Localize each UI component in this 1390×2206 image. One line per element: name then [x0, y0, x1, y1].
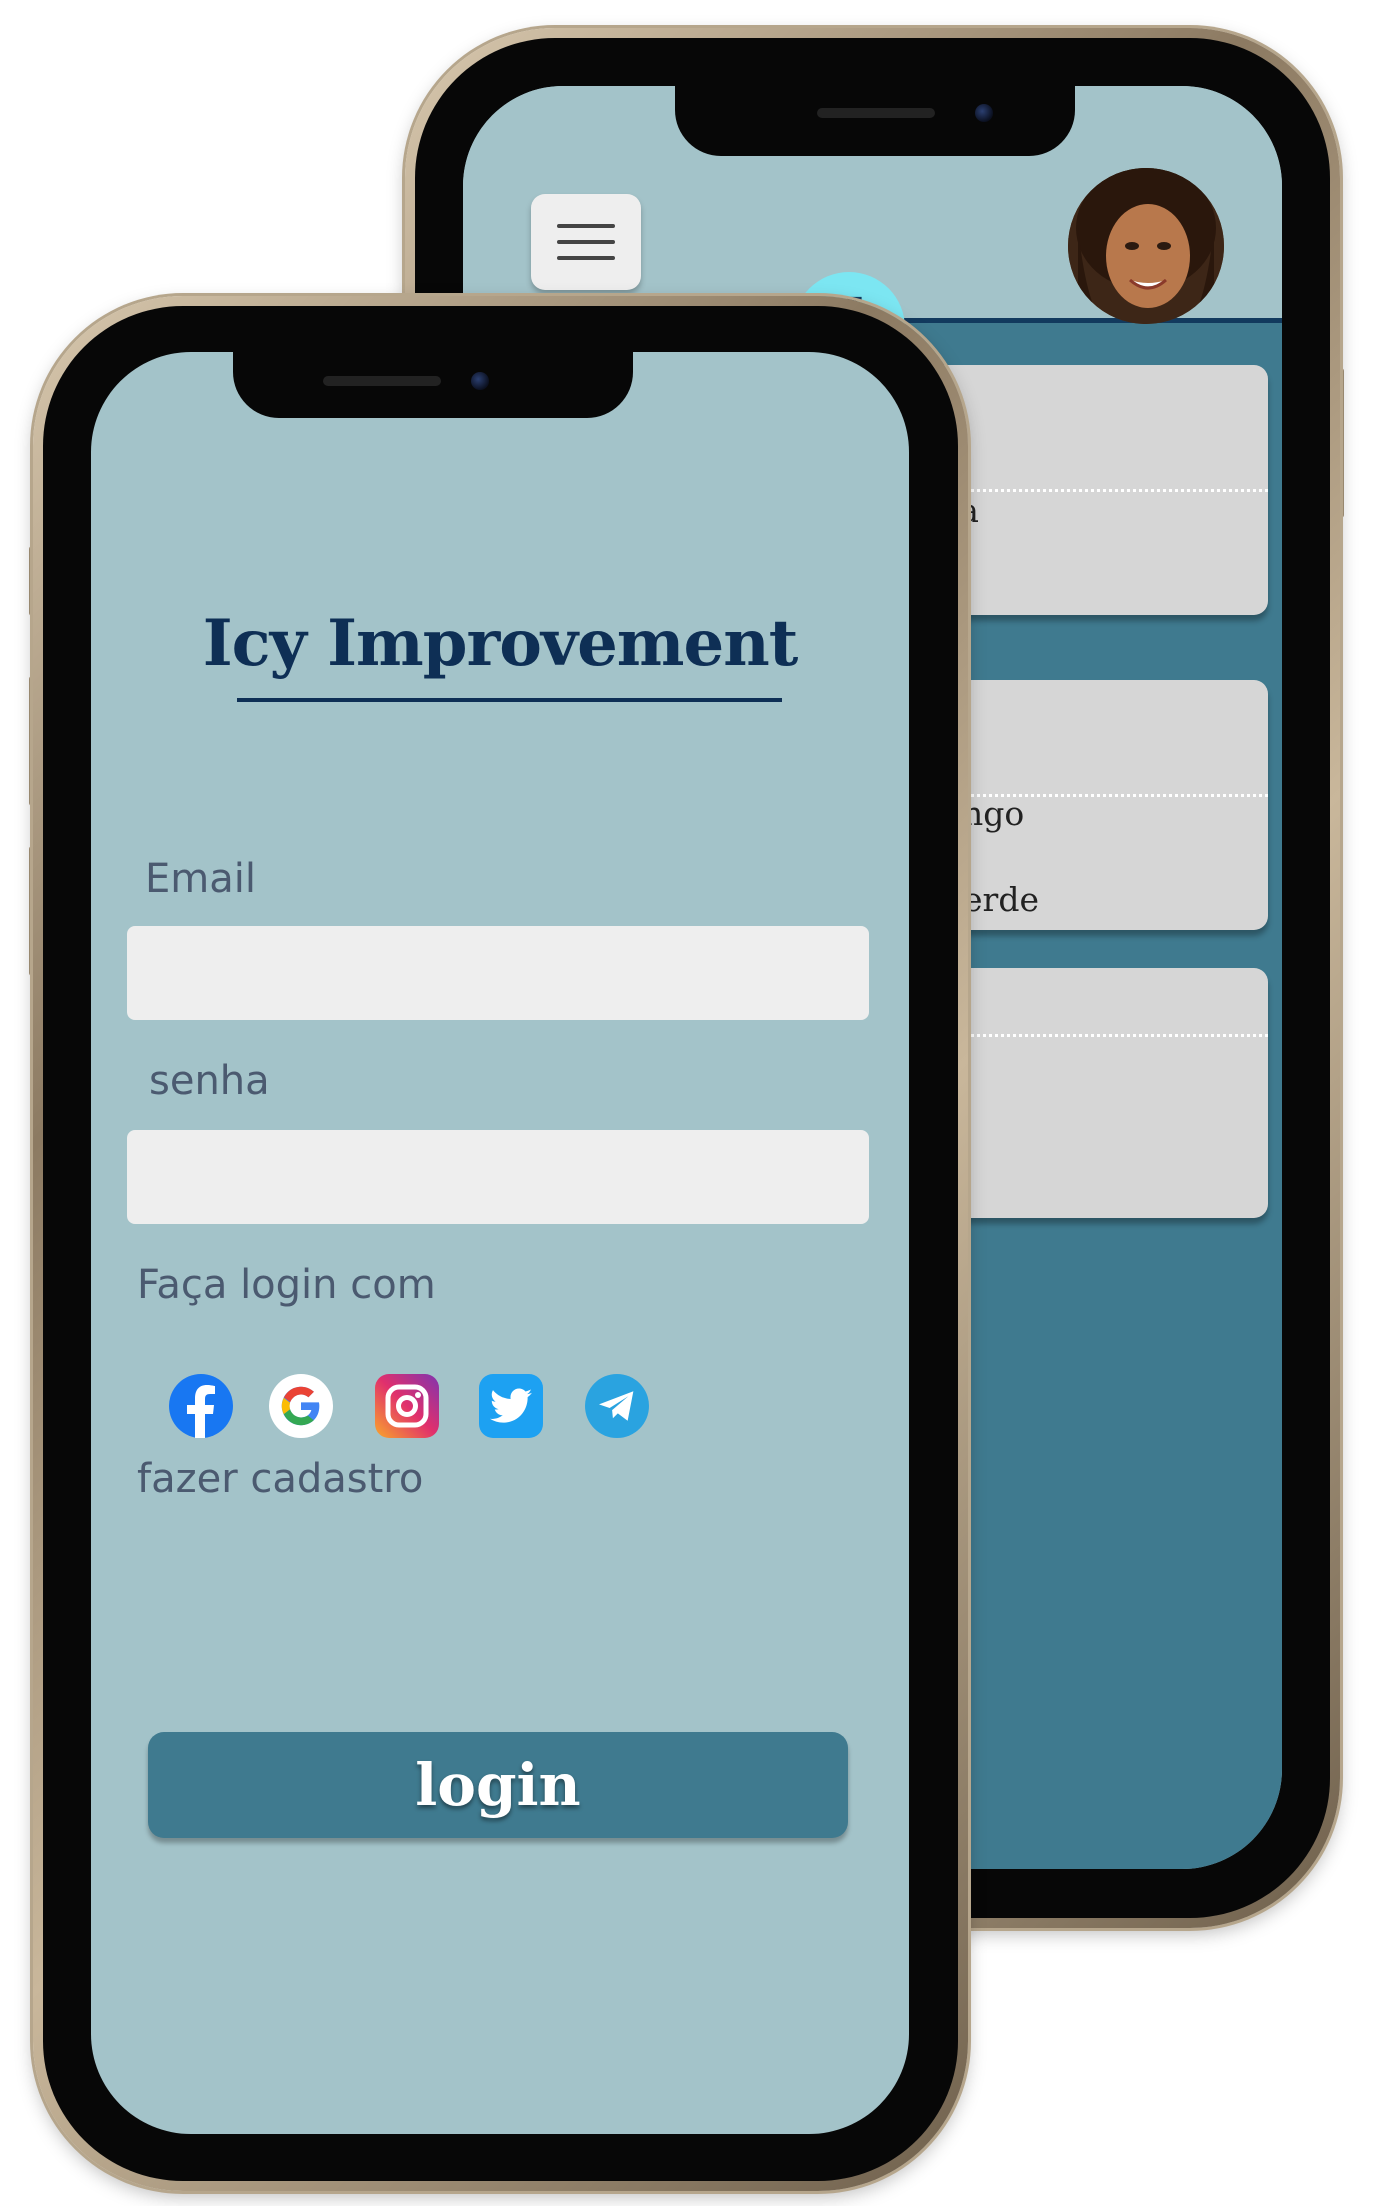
app-title: Icy Improvement: [202, 606, 799, 681]
telegram-icon[interactable]: [585, 1374, 649, 1438]
twitter-glyph: [490, 1388, 532, 1423]
menu-icon-line: [557, 224, 615, 228]
google-icon[interactable]: [269, 1374, 333, 1438]
instagram-glyph: [385, 1384, 429, 1428]
menu-icon-line: [557, 240, 615, 244]
title-underline: [237, 698, 782, 702]
signup-link[interactable]: fazer cadastro: [137, 1456, 423, 1502]
phone-camera: [975, 104, 993, 122]
email-field[interactable]: [127, 926, 869, 1020]
phone-speaker: [817, 108, 935, 118]
login-button[interactable]: login: [148, 1732, 848, 1838]
menu-icon-line: [557, 256, 615, 260]
phone-camera: [471, 372, 489, 390]
facebook-icon[interactable]: [169, 1374, 233, 1438]
password-label: senha: [149, 1058, 270, 1104]
google-glyph: [281, 1386, 320, 1426]
facebook-glyph: [187, 1385, 215, 1438]
telegram-glyph: [599, 1391, 634, 1421]
front-phone-mockup: Icy Improvement Email senha Faça login c…: [29, 296, 968, 2191]
password-field[interactable]: [127, 1130, 869, 1224]
phone-notch: [675, 86, 1075, 156]
social-login-label: Faça login com: [137, 1262, 436, 1308]
user-avatar[interactable]: [1068, 168, 1224, 324]
avatar-photo: [1068, 168, 1224, 324]
hamburger-menu-button[interactable]: [531, 194, 641, 290]
email-label: Email: [145, 856, 256, 902]
twitter-icon[interactable]: [479, 1374, 543, 1438]
phone-speaker: [323, 376, 441, 386]
phone-notch: [233, 352, 633, 418]
login-screen: Icy Improvement Email senha Faça login c…: [91, 352, 909, 2134]
instagram-icon[interactable]: [375, 1374, 439, 1438]
